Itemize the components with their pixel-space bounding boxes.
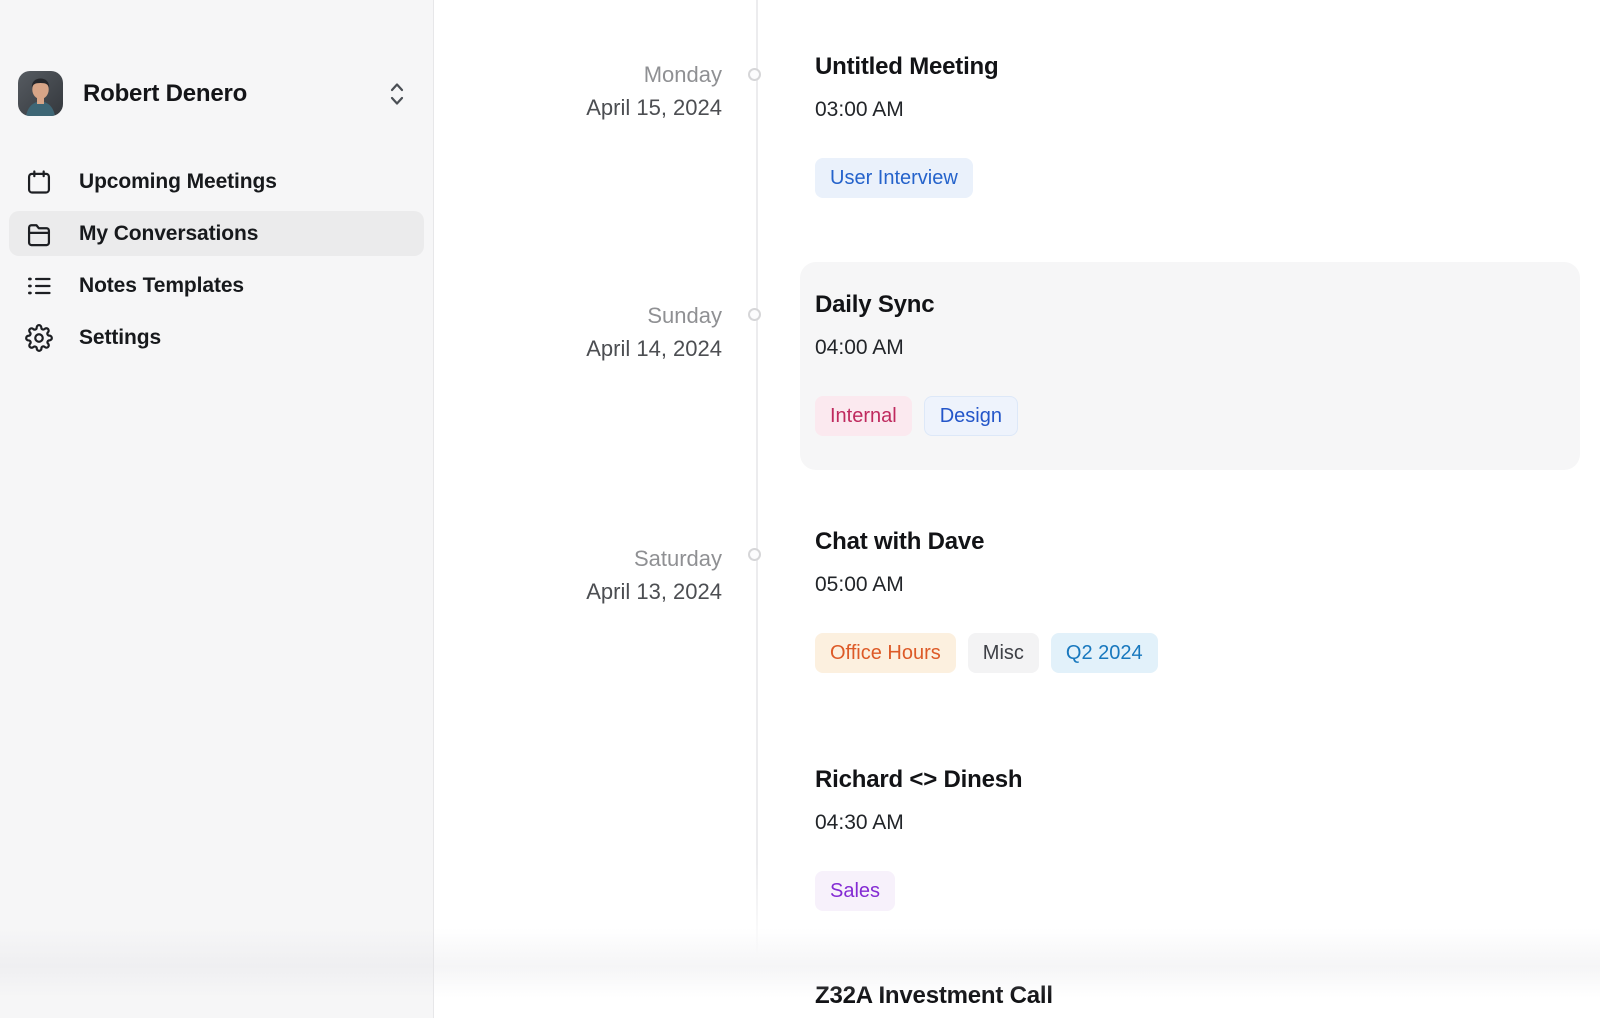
tag-user-interview[interactable]: User Interview <box>815 158 973 198</box>
date-group-date: April 13, 2024 <box>434 575 722 608</box>
sidebar-item-notes-templates[interactable]: Notes Templates <box>9 263 424 308</box>
avatar <box>18 71 63 116</box>
sidebar-item-settings[interactable]: Settings <box>9 315 424 360</box>
tag-internal[interactable]: Internal <box>815 396 912 436</box>
meeting-notes-app: Robert Denero Upcoming Meetings My Conve… <box>0 0 1600 1018</box>
meeting-time: 03:00 AM <box>815 97 1555 123</box>
profile-switcher[interactable]: Robert Denero <box>0 71 433 116</box>
meeting-title: Chat with Dave <box>815 527 1555 557</box>
date-group-day: Sunday <box>434 299 722 332</box>
meeting-tags: Office Hours Misc Q2 2024 <box>815 633 1555 673</box>
date-group-date: April 15, 2024 <box>434 91 722 124</box>
sidebar-item-label: Upcoming Meetings <box>79 170 277 194</box>
meeting-item[interactable]: Chat with Dave 05:00 AM Office Hours Mis… <box>815 527 1555 673</box>
timeline-line <box>756 0 758 958</box>
meeting-tags: Internal Design <box>815 396 1555 436</box>
tag-q2-2024[interactable]: Q2 2024 <box>1051 633 1158 673</box>
sidebar-item-label: Notes Templates <box>79 274 244 298</box>
meeting-time: 04:30 AM <box>815 810 1555 836</box>
meeting-item[interactable]: Z32A Investment Call <box>815 981 1555 1011</box>
calendar-icon <box>25 168 53 196</box>
date-group: Saturday April 13, 2024 <box>434 542 722 608</box>
meeting-tags: Sales <box>815 871 1555 911</box>
tag-office-hours[interactable]: Office Hours <box>815 633 956 673</box>
date-group-date: April 14, 2024 <box>434 332 722 365</box>
sidebar-item-my-conversations[interactable]: My Conversations <box>9 211 424 256</box>
meeting-item[interactable]: Richard <> Dinesh 04:30 AM Sales <box>815 765 1555 911</box>
meeting-item[interactable]: Daily Sync 04:00 AM Internal Design <box>815 290 1555 436</box>
date-group: Monday April 15, 2024 <box>434 58 722 124</box>
meeting-title: Richard <> Dinesh <box>815 765 1555 795</box>
sidebar-item-label: Settings <box>79 326 161 350</box>
tag-design[interactable]: Design <box>924 396 1018 436</box>
meeting-title: Untitled Meeting <box>815 52 1555 82</box>
date-group: Sunday April 14, 2024 <box>434 299 722 365</box>
meeting-tags: User Interview <box>815 158 1555 198</box>
sidebar: Robert Denero Upcoming Meetings My Conve… <box>0 0 434 1018</box>
profile-name: Robert Denero <box>83 80 385 108</box>
tag-misc[interactable]: Misc <box>968 633 1039 673</box>
timeline-dot <box>748 548 761 561</box>
meeting-title: Z32A Investment Call <box>815 981 1555 1011</box>
date-group-day: Saturday <box>434 542 722 575</box>
conversations-timeline: Monday April 15, 2024 Sunday April 14, 2… <box>434 0 1600 1018</box>
meeting-time: 04:00 AM <box>815 335 1555 361</box>
chevron-up-down-icon[interactable] <box>385 79 409 109</box>
gear-icon <box>25 324 53 352</box>
date-group-day: Monday <box>434 58 722 91</box>
meeting-title: Daily Sync <box>815 290 1555 320</box>
folder-icon <box>25 220 53 248</box>
tag-sales[interactable]: Sales <box>815 871 895 911</box>
meeting-time: 05:00 AM <box>815 572 1555 598</box>
sidebar-nav: Upcoming Meetings My Conversations Notes… <box>0 159 433 367</box>
timeline-dot <box>748 308 761 321</box>
meeting-item[interactable]: Untitled Meeting 03:00 AM User Interview <box>815 52 1555 198</box>
timeline-dot <box>748 68 761 81</box>
list-icon <box>25 272 53 300</box>
sidebar-item-label: My Conversations <box>79 222 258 246</box>
sidebar-item-upcoming-meetings[interactable]: Upcoming Meetings <box>9 159 424 204</box>
